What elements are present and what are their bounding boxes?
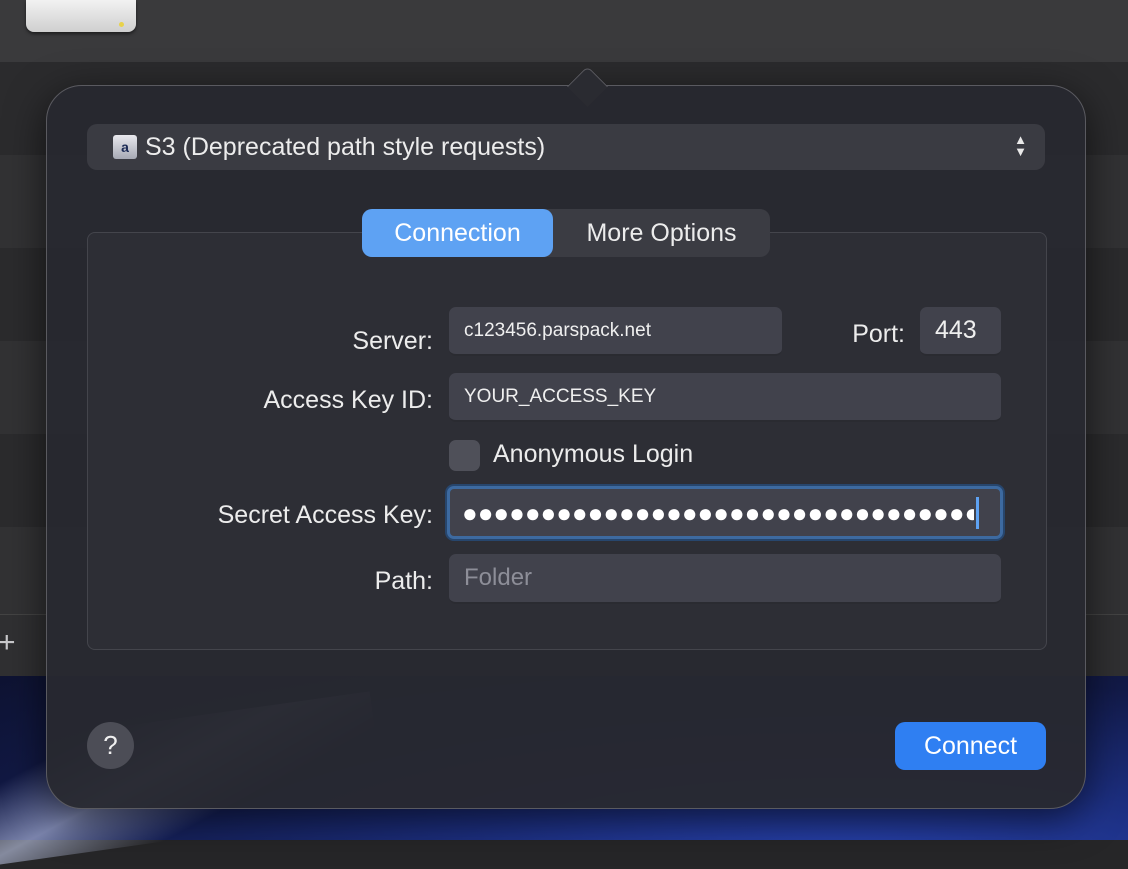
text-caret — [976, 496, 979, 529]
tab-more-options[interactable]: More Options — [553, 209, 770, 257]
protocol-select[interactable]: a S3 (Deprecated path style requests) ▲ ▼ — [87, 124, 1045, 170]
anonymous-login-checkbox[interactable] — [449, 440, 480, 471]
drive-led — [119, 22, 124, 27]
connection-popover: a S3 (Deprecated path style requests) ▲ ▼… — [46, 65, 1086, 809]
port-value: 443 — [935, 316, 977, 344]
access-key-label: Access Key ID: — [263, 386, 434, 414]
connect-button[interactable]: Connect — [895, 722, 1046, 770]
server-label: Server: — [352, 327, 433, 355]
path-placeholder: Folder — [464, 564, 533, 591]
amazon-s3-icon: a — [113, 135, 137, 159]
protocol-label: S3 (Deprecated path style requests) — [145, 132, 546, 161]
chevron-up-down-icon: ▲ ▼ — [1014, 132, 1027, 159]
access-key-value: YOUR_ACCESS_KEY — [464, 385, 657, 407]
server-input[interactable]: c123456.parspack.net — [449, 307, 782, 356]
tab-connection[interactable]: Connection — [362, 209, 553, 257]
help-button[interactable]: ? — [87, 722, 134, 769]
tab-bar: Connection More Options — [362, 209, 770, 257]
port-label: Port: — [852, 320, 905, 348]
secret-key-masked-value: ●●●●●●●●●●●●●●●●●●●●●●●●●●●●●●●●●●●●●●●● — [462, 499, 974, 526]
server-value: c123456.parspack.net — [464, 319, 651, 341]
port-input[interactable]: 443 — [920, 307, 1001, 356]
drive-icon — [26, 0, 136, 32]
background-toolbar — [0, 0, 1128, 62]
access-key-input[interactable]: YOUR_ACCESS_KEY — [449, 373, 1001, 422]
path-label: Path: — [374, 567, 433, 595]
secret-key-input[interactable]: ●●●●●●●●●●●●●●●●●●●●●●●●●●●●●●●●●●●●●●●● — [447, 486, 1003, 539]
secret-key-label: Secret Access Key: — [217, 501, 433, 529]
add-bookmark-button[interactable]: + — [0, 628, 16, 658]
path-input[interactable]: Folder — [449, 554, 1001, 604]
anonymous-login-label: Anonymous Login — [493, 440, 694, 468]
